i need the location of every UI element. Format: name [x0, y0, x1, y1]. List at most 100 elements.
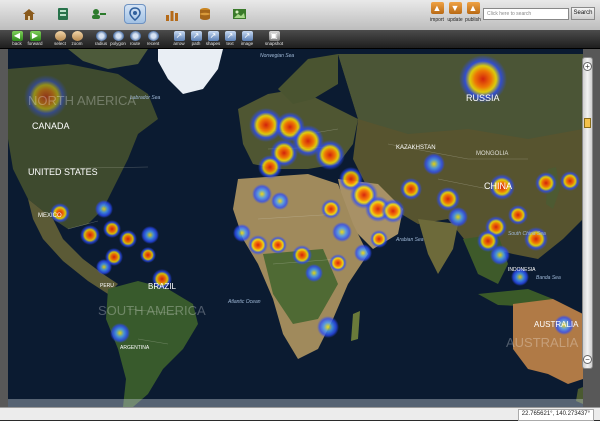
radius-label: radius	[94, 41, 108, 46]
select-button[interactable]: select	[53, 31, 67, 47]
antarctica-edge	[8, 399, 583, 407]
heat-spot	[381, 199, 405, 223]
import-icon: ▲	[430, 2, 444, 14]
camera-icon: ▣	[268, 31, 280, 41]
image-icon: ↗	[241, 31, 253, 41]
map-pin-icon[interactable]	[124, 4, 146, 24]
world-heatmap[interactable]: NORTH AMERICA CANADA UNITED STATES MEXIC…	[8, 49, 583, 407]
heat-spot	[354, 244, 372, 262]
home-icon[interactable]	[18, 4, 40, 24]
photo-icon[interactable]	[228, 4, 250, 24]
heat-spot	[80, 225, 100, 245]
zoom-in-icon[interactable]: +	[583, 62, 592, 71]
select-label: select	[54, 41, 66, 46]
zoom-button[interactable]: zoom	[70, 31, 84, 47]
forward-arrow-icon: ▶	[29, 31, 41, 41]
database-icon[interactable]	[52, 4, 74, 24]
heat-spot	[269, 236, 287, 254]
text-label: text	[226, 41, 234, 46]
kazakhstan-label: KAZAKHSTAN	[396, 145, 436, 151]
publish-label: publish	[465, 17, 481, 23]
heat-spot	[315, 140, 345, 170]
heat-spot	[292, 245, 312, 265]
heat-spot	[141, 226, 159, 244]
recent-button[interactable]: recent	[145, 31, 161, 47]
path-tool-button[interactable]: ↗ path	[189, 31, 203, 47]
heat-spot	[248, 235, 268, 255]
text-tool-button[interactable]: ↗ text	[223, 31, 237, 47]
snapshot-label: snapshot	[264, 41, 284, 46]
atlantic-ocean-label: Atlantic Ocean	[227, 299, 261, 305]
zoom-label: zoom	[71, 41, 83, 46]
north-america-bg-label: NORTH AMERICA	[28, 93, 136, 108]
argentina-label: ARGENTINA	[120, 345, 150, 351]
status-bar: 22.765621°, 140.273437°	[0, 407, 600, 421]
australia-bg-label: AUSTRALIA	[506, 335, 579, 350]
image-label: image	[240, 41, 254, 46]
route-icon	[129, 31, 141, 41]
map-canvas: NORTH AMERICA CANADA UNITED STATES MEXIC…	[8, 49, 583, 407]
canada-label: CANADA	[32, 121, 70, 131]
banda-sea-label: Banda Sea	[536, 275, 561, 281]
heat-spot	[271, 192, 289, 210]
labrador-sea-label: Labrador Sea	[130, 95, 161, 101]
south-america-bg-label: SOUTH AMERICA	[98, 303, 206, 318]
heat-spot	[423, 153, 445, 175]
heat-spot	[96, 259, 112, 275]
heat-spot	[252, 184, 272, 204]
map-toolbar: ◀ back ▶ forward select zoom radius poly…	[0, 30, 600, 49]
china-label: CHINA	[484, 181, 512, 191]
shapes-icon: ↗	[207, 31, 219, 41]
zoom-slider-handle[interactable]	[584, 118, 591, 128]
polygon-icon	[112, 31, 124, 41]
radius-icon	[95, 31, 107, 41]
back-label: back	[12, 41, 22, 46]
image-tool-button[interactable]: ↗ image	[239, 31, 255, 47]
path-icon: ↗	[190, 31, 202, 41]
search-input[interactable]: Click here to search	[483, 8, 569, 20]
back-button[interactable]: ◀ back	[10, 31, 24, 47]
left-panel-strip	[0, 49, 8, 407]
arrow-label: arrow	[173, 41, 185, 46]
text-icon: ↗	[224, 31, 236, 41]
users-icon[interactable]	[88, 4, 110, 24]
search-button[interactable]: Search	[571, 7, 595, 20]
heat-spot	[508, 205, 528, 225]
arabian-sea-label: Arabian Sea	[395, 237, 424, 243]
path-label: path	[191, 41, 201, 46]
zoom-icon	[71, 31, 83, 41]
snapshot-button[interactable]: ▣ snapshot	[264, 31, 284, 47]
heat-spot	[110, 323, 130, 343]
publish-button[interactable]: ▲ publish	[461, 2, 485, 28]
heat-spot	[370, 230, 388, 248]
russia-label: RUSSIA	[466, 93, 500, 103]
heat-spot	[233, 224, 251, 242]
polygon-button[interactable]: polygon	[110, 31, 126, 47]
heat-spot	[400, 178, 422, 200]
coins-stack-icon[interactable]	[194, 4, 216, 24]
route-button[interactable]: route	[128, 31, 142, 47]
united-states-label: UNITED STATES	[28, 167, 98, 177]
route-label: route	[129, 41, 141, 46]
forward-button[interactable]: ▶ forward	[26, 31, 44, 47]
heat-spot	[317, 316, 339, 338]
back-arrow-icon: ◀	[11, 31, 23, 41]
coordinate-readout: 22.765621°, 140.273437°	[517, 409, 594, 421]
heat-spot	[560, 171, 580, 191]
australia-label: AUSTRALIA	[534, 320, 579, 329]
zoom-out-icon[interactable]: −	[583, 355, 592, 364]
heat-spot	[448, 207, 468, 227]
recent-label: recent	[146, 41, 160, 46]
mongolia-label: MONGOLIA	[476, 151, 508, 157]
shapes-tool-button[interactable]: ↗ shapes	[205, 31, 221, 47]
zoom-slider[interactable]	[582, 57, 593, 369]
select-icon	[54, 31, 66, 41]
peru-label: PERU	[100, 283, 114, 289]
norwegian-sea-label: Norwegian Sea	[260, 53, 294, 59]
polygon-label: polygon	[110, 41, 126, 46]
arrow-tool-button[interactable]: ↗ arrow	[172, 31, 186, 47]
radius-button[interactable]: radius	[94, 31, 108, 47]
bar-chart-icon[interactable]	[161, 4, 183, 24]
south-china-sea-label: South China Sea	[508, 231, 546, 237]
top-navigation-bar: ▲ import ▼ update ▲ publish Click here t…	[0, 0, 600, 31]
